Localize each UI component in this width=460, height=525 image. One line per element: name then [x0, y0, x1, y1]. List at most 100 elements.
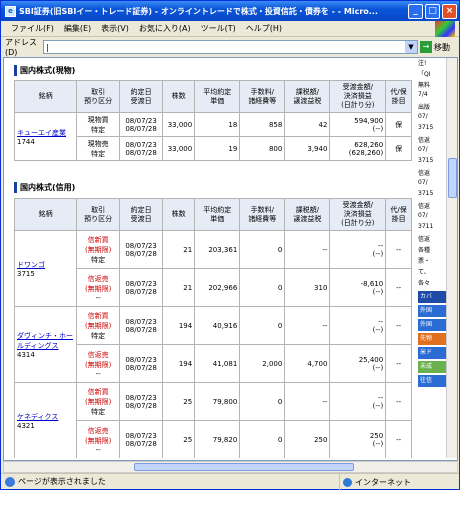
header-cell: 平均約定 単価	[194, 80, 241, 113]
header-cell: 手数料/諸経費等	[239, 80, 286, 113]
sidebar-button[interactable]: カバ	[418, 291, 446, 303]
price-cell: 203,361	[194, 230, 241, 269]
sidebar-text: 無料	[418, 82, 431, 89]
stock-link[interactable]: ドワンゴ	[17, 261, 45, 269]
date-cell: 08/07/23 08/07/28	[119, 230, 164, 269]
horizontal-scrollbar[interactable]	[3, 461, 458, 473]
trade-term: (無期限)	[84, 397, 112, 406]
window-title: SBI証券(旧SBIイー・トレード証券) - オンライントレードで株式・投資信託…	[19, 6, 378, 16]
price-cell: 41,081	[194, 344, 241, 383]
margin-header-row: 銘柄 取引 預り区分 約定日 受渡日 株数 平均約定 単価 手数料/諸経費等 課税額/…	[13, 198, 412, 231]
stock-cell: キューエイ産業 1744	[13, 112, 78, 161]
close-button[interactable]: ×	[442, 3, 457, 19]
stock-code: 3715	[17, 269, 35, 278]
sidebar-text: 3711	[418, 223, 434, 230]
sidebar-text: 3715	[418, 157, 434, 164]
settle-date: 08/07/28	[125, 124, 157, 133]
tax-cell: 250	[284, 420, 331, 458]
fee-cell: 858	[239, 112, 286, 137]
sidebar-button[interactable]: 外国	[418, 319, 446, 331]
browser-window: e SBI証券(旧SBIイー・トレード証券) - オンライントレードで株式・投資…	[0, 0, 460, 490]
stock-link[interactable]: ケネディクス	[17, 413, 58, 421]
settle-date: 08/07/28	[125, 363, 157, 372]
page-content: 国内株式(現物) 銘柄 取引 預り区分 約定日 受渡日 株数 平均約定 単価 手数料/…	[3, 57, 458, 461]
trade-type-cell: 信返売 (無期限) --	[76, 344, 121, 383]
amount-cell: -- (--)	[329, 306, 387, 345]
account-type: 特定	[91, 407, 106, 416]
flag-cell: 保	[385, 112, 412, 137]
price-cell: 19	[194, 136, 241, 161]
address-dropdown-icon[interactable]: ▼	[405, 41, 417, 53]
sidebar-text: 信返	[418, 170, 431, 177]
hscroll-thumb[interactable]	[134, 463, 354, 471]
tax-cell: --	[284, 382, 331, 421]
go-button[interactable]: → 移動	[420, 41, 450, 53]
qty-cell: 25	[162, 382, 196, 421]
header-cell: 株数	[162, 198, 196, 231]
menu-help[interactable]: ヘルプ(H)	[246, 23, 282, 34]
trade-type-cell: 信新買 (無期限) 特定	[76, 306, 121, 345]
settle-date: 08/07/28	[125, 401, 157, 410]
amount-cell: 25,400 (--)	[329, 344, 387, 383]
zone-indicator: インターネット	[339, 474, 411, 490]
fee-cell: 0	[239, 382, 286, 421]
stock-code: 1744	[17, 137, 35, 146]
sidebar-text: 07/	[418, 146, 428, 153]
sidebar-button[interactable]: 米ド	[418, 347, 446, 359]
sidebar-button[interactable]: 往信	[418, 375, 446, 387]
amount-cell: -- (--)	[329, 230, 387, 269]
minimize-button[interactable]: _	[408, 3, 423, 19]
sidebar-text: 07/	[418, 113, 428, 120]
trade-kind: 現物買	[87, 115, 109, 124]
amount-value: --	[378, 393, 384, 402]
menu-tools[interactable]: ツール(T)	[201, 23, 236, 34]
qty-cell: 194	[162, 306, 196, 345]
trade-date: 08/07/23	[125, 431, 157, 440]
header-cell: 約定日 受渡日	[119, 198, 164, 231]
menu-file[interactable]: ファイル(F)	[11, 23, 54, 34]
sidebar-text: 信返	[418, 137, 431, 144]
header-cell: 手数料/諸経費等	[239, 198, 286, 231]
date-cell: 08/07/23 08/07/28	[119, 420, 164, 458]
fee-cell: 0	[239, 306, 286, 345]
trade-type-cell: 現物売 特定	[76, 136, 121, 161]
trade-date: 08/07/23	[125, 317, 157, 326]
date-cell: 08/07/23 08/07/28	[119, 306, 164, 345]
header-cell: 銘柄	[13, 80, 78, 113]
header-cell: 受渡金額/決済損益 (日計り分)	[329, 80, 387, 113]
tax-cell: --	[284, 230, 331, 269]
menu-favorites[interactable]: お気に入り(A)	[139, 23, 191, 34]
stock-link[interactable]: ダヴィンチ・ホールディングス	[17, 332, 73, 350]
sidebar-button[interactable]: 未成	[418, 361, 446, 373]
amount-value: -8,610	[360, 279, 384, 288]
title-bar: e SBI証券(旧SBIイー・トレード証券) - オンライントレードで株式・投資…	[1, 1, 459, 21]
scroll-thumb[interactable]	[448, 158, 457, 198]
trade-term: (無期限)	[84, 284, 112, 293]
account-type: 特定	[91, 125, 106, 134]
address-label: アドレス(D)	[5, 38, 37, 57]
header-cell: 代/保 掛目	[385, 80, 412, 113]
sidebar-button[interactable]: 先物	[418, 333, 446, 345]
vertical-scrollbar[interactable]	[446, 58, 457, 458]
trade-term: (無期限)	[84, 436, 112, 445]
stock-link[interactable]: キューエイ産業	[17, 129, 66, 137]
amount-cell: -- (--)	[329, 382, 387, 421]
maximize-button[interactable]: □	[425, 3, 440, 19]
table-row: ダヴィンチ・ホールディングス 4314 信新買 (無期限) 特定 08/07/23 08/0…	[13, 306, 412, 383]
fee-cell: 2,000	[239, 344, 286, 383]
trade-kind: 現物売	[87, 139, 109, 148]
menu-edit[interactable]: 編集(E)	[64, 23, 91, 34]
menu-view[interactable]: 表示(V)	[101, 23, 129, 34]
trade-date: 08/07/23	[125, 140, 157, 149]
amount-value: 25,400	[358, 355, 384, 364]
tax-cell: --	[284, 306, 331, 345]
account-type: --	[95, 293, 101, 302]
flag-cell: --	[385, 306, 412, 345]
qty-cell: 33,000	[162, 112, 196, 137]
account-type: 特定	[91, 331, 106, 340]
sidebar-text: て、	[418, 269, 430, 276]
header-cell: 代/保 掛目	[385, 198, 412, 231]
address-input[interactable]: | ▼	[43, 40, 418, 54]
sidebar-button[interactable]: 外国	[418, 305, 446, 317]
trade-date: 08/07/23	[125, 116, 157, 125]
